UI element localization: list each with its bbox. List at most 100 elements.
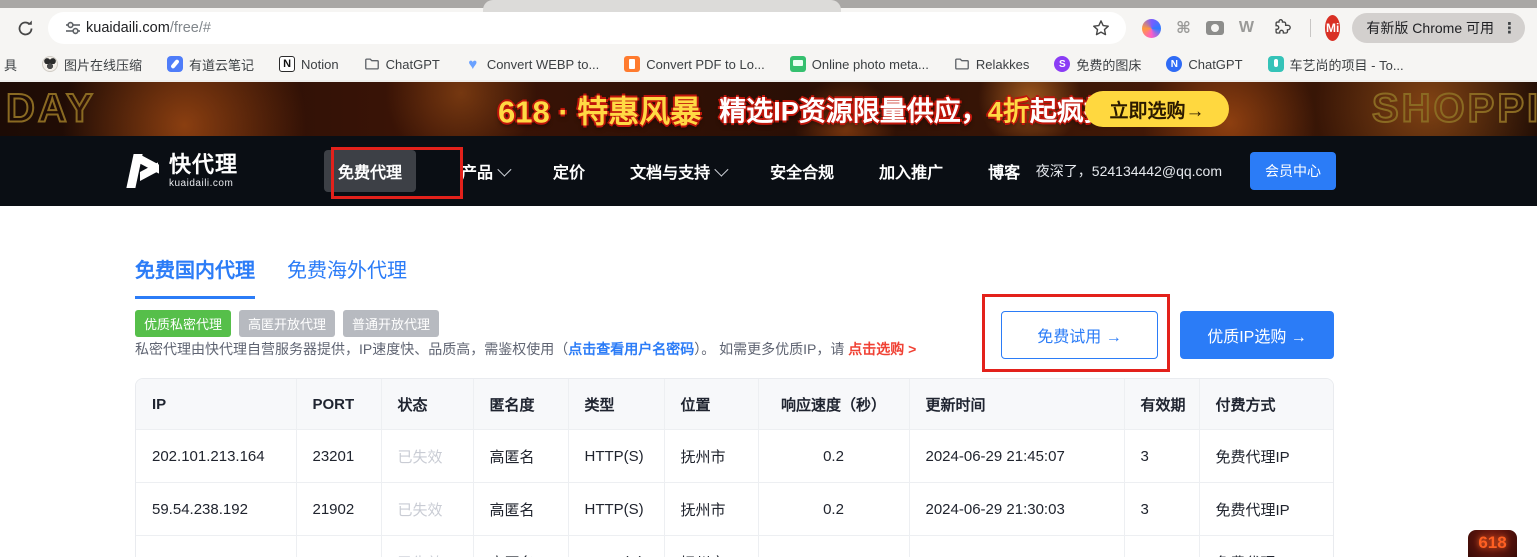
extensions-puzzle-icon[interactable] bbox=[1269, 15, 1295, 41]
address-bar[interactable]: kuaidaili.com/free/# bbox=[48, 12, 1126, 44]
col-type: 类型 bbox=[568, 379, 664, 430]
account-greeting[interactable]: 夜深了，524134442@qq.com bbox=[1036, 161, 1222, 181]
col-status: 状态 bbox=[381, 379, 473, 430]
nav-item-compliance[interactable]: 安全合规 bbox=[770, 159, 834, 183]
heart-icon bbox=[465, 56, 481, 72]
proxy-table: IP PORT 状态 匿名度 类型 位置 响应速度（秒） 更新时间 有效期 付费… bbox=[135, 378, 1334, 557]
purchase-link[interactable]: 点击选购 > bbox=[848, 341, 916, 357]
bookmark-item[interactable]: Convert WEBP to... bbox=[465, 56, 599, 72]
proxy-description: 私密代理由快代理自营服务器提供，IP速度快、品质高，需鉴权使用（点击查看用户名密… bbox=[135, 339, 916, 359]
col-payment: 付费方式 bbox=[1199, 379, 1334, 430]
banner-headline-prefix: 618 · 特惠风暴 bbox=[498, 87, 701, 132]
proxy-type-badges: 优质私密代理 高匿开放代理 普通开放代理 bbox=[135, 310, 439, 337]
nav-item-free-proxy[interactable]: 免费代理 bbox=[324, 150, 416, 192]
panda-icon bbox=[42, 56, 58, 72]
chatgpt-icon bbox=[1166, 56, 1182, 72]
nav-item-pricing[interactable]: 定价 bbox=[553, 159, 585, 183]
kuaidaili-logo-icon bbox=[130, 154, 160, 188]
folder-icon bbox=[954, 56, 970, 72]
bookmark-folder[interactable]: Relakkes bbox=[954, 56, 1029, 72]
proxy-tabs: 免费国内代理 免费海外代理 bbox=[135, 254, 407, 299]
col-port: PORT bbox=[296, 379, 381, 430]
nav-item-docs[interactable]: 文档与支持 bbox=[630, 159, 725, 183]
brand-domain: kuaidaili.com bbox=[169, 179, 238, 189]
floating-618-widget[interactable]: 618 bbox=[1468, 530, 1517, 557]
col-updated: 更新时间 bbox=[909, 379, 1124, 430]
banner-cta-button[interactable]: 立即选购→ bbox=[1085, 91, 1229, 127]
site-navbar: 快代理 kuaidaili.com 免费代理 产品 定价 文档与支持 安全合规 … bbox=[0, 136, 1537, 206]
tab-domestic-free[interactable]: 免费国内代理 bbox=[135, 254, 255, 299]
extension-wikipedia-icon[interactable]: W bbox=[1239, 19, 1254, 37]
nav-menu: 免费代理 产品 定价 文档与支持 安全合规 加入推广 博客 bbox=[324, 150, 1020, 192]
more-menu-icon[interactable]: ⋮ bbox=[1502, 21, 1517, 36]
bookmark-item[interactable]: Online photo meta... bbox=[790, 56, 929, 72]
bookmark-item[interactable]: ChatGPT bbox=[1166, 56, 1242, 72]
notion-icon bbox=[279, 56, 295, 72]
promo-banner[interactable]: DAY 618 · 特惠风暴 精选IP资源限量供应，4折起疯抢中! 立即选购→ … bbox=[0, 82, 1537, 136]
bookmark-item[interactable]: 免费的图床 bbox=[1054, 55, 1141, 74]
col-speed: 响应速度（秒） bbox=[758, 379, 909, 430]
status-badge: 已失效 bbox=[381, 536, 473, 557]
chrome-update-label: 有新版 Chrome 可用 bbox=[1366, 18, 1494, 38]
todo-project-icon bbox=[1268, 56, 1284, 72]
banner-shopping-text: SHOPPIN bbox=[1372, 87, 1537, 132]
brand-logo[interactable]: 快代理 kuaidaili.com bbox=[130, 154, 238, 189]
nav-item-blog[interactable]: 博客 bbox=[988, 159, 1020, 183]
bookmark-item[interactable]: Notion bbox=[279, 56, 339, 72]
bookmarks-bar: 具 图片在线压缩 有道云笔记 Notion ChatGPT Convert WE… bbox=[0, 48, 1537, 82]
status-badge: 已失效 bbox=[381, 483, 473, 536]
active-tab[interactable] bbox=[483, 0, 841, 12]
col-validity: 有效期 bbox=[1124, 379, 1199, 430]
banner-headline: 618 · 特惠风暴 精选IP资源限量供应，4折起疯抢中! bbox=[498, 87, 1147, 132]
nav-item-affiliate[interactable]: 加入推广 bbox=[879, 159, 943, 183]
photo-tool-icon bbox=[790, 56, 806, 72]
col-ip: IP bbox=[136, 379, 296, 430]
reload-icon[interactable] bbox=[12, 15, 38, 41]
site-info-icon[interactable] bbox=[60, 15, 86, 41]
bookmark-star-icon[interactable] bbox=[1088, 15, 1114, 41]
extension-command-icon[interactable]: ⌘ bbox=[1176, 18, 1191, 38]
tab-overseas-free[interactable]: 免费海外代理 bbox=[287, 254, 407, 299]
browser-window: kuaidaili.com/free/# ⌘ W Mi 有新版 Chrome 可… bbox=[0, 0, 1537, 557]
brand-name: 快代理 bbox=[169, 154, 238, 176]
image-host-icon bbox=[1054, 56, 1070, 72]
free-trial-button[interactable]: 免费试用 → bbox=[1001, 311, 1158, 359]
bookmark-item[interactable]: 有道云笔记 bbox=[167, 55, 254, 74]
member-center-button[interactable]: 会员中心 bbox=[1250, 152, 1336, 190]
extension-camera-icon[interactable] bbox=[1206, 21, 1224, 35]
chevron-down-icon bbox=[714, 163, 728, 177]
view-credentials-link[interactable]: 点击查看用户名密码 bbox=[568, 341, 694, 357]
extension-brain-icon[interactable] bbox=[1142, 19, 1161, 38]
pdf-converter-icon bbox=[624, 56, 640, 72]
bookmark-item[interactable]: 车艺尚的项目 - To... bbox=[1268, 55, 1404, 74]
folder-icon bbox=[364, 56, 380, 72]
table-row: 59.54.238.192 21902 已失效 高匿名 HTTP(S) 抚州市 … bbox=[136, 483, 1334, 536]
banner-headline-main: 精选IP资源限量供应，4折起疯抢中! bbox=[719, 90, 1147, 129]
nav-item-products[interactable]: 产品 bbox=[461, 159, 508, 183]
badge-private-proxy[interactable]: 优质私密代理 bbox=[135, 310, 231, 337]
extensions-area: ⌘ W bbox=[1142, 15, 1311, 41]
chevron-down-icon bbox=[497, 163, 511, 177]
table-row: 202.101.213.164 23201 已失效 高匿名 HTTP(S) 抚州… bbox=[136, 430, 1334, 483]
col-location: 位置 bbox=[664, 379, 758, 430]
bookmark-item[interactable]: 图片在线压缩 bbox=[42, 55, 142, 74]
badge-normal-open-proxy[interactable]: 普通开放代理 bbox=[343, 310, 439, 337]
bookmark-folder[interactable]: ChatGPT bbox=[364, 56, 440, 72]
bookmark-item[interactable]: 具 bbox=[4, 55, 17, 74]
browser-toolbar: kuaidaili.com/free/# ⌘ W Mi 有新版 Chrome 可… bbox=[0, 8, 1537, 48]
col-anonymity: 匿名度 bbox=[473, 379, 568, 430]
url-domain[interactable]: kuaidaili.com bbox=[86, 20, 170, 36]
profile-avatar[interactable]: Mi bbox=[1325, 15, 1340, 41]
status-badge: 已失效 bbox=[381, 430, 473, 483]
table-row: 111.72.25.114 21021 已失效 高匿名 HTTP(S) 抚州市 … bbox=[136, 536, 1334, 557]
tab-strip[interactable] bbox=[0, 0, 1537, 8]
url-path[interactable]: /free/# bbox=[170, 20, 211, 36]
toolbar-divider bbox=[1310, 19, 1311, 37]
banner-day-text: DAY bbox=[6, 87, 96, 132]
bookmark-item[interactable]: Convert PDF to Lo... bbox=[624, 56, 765, 72]
badge-anonymous-open-proxy[interactable]: 高匿开放代理 bbox=[239, 310, 335, 337]
buy-premium-ip-button[interactable]: 优质IP选购 → bbox=[1180, 311, 1334, 359]
chrome-update-chip[interactable]: 有新版 Chrome 可用 ⋮ bbox=[1352, 13, 1525, 43]
youdao-note-icon bbox=[167, 56, 183, 72]
table-header-row: IP PORT 状态 匿名度 类型 位置 响应速度（秒） 更新时间 有效期 付费… bbox=[136, 379, 1334, 430]
